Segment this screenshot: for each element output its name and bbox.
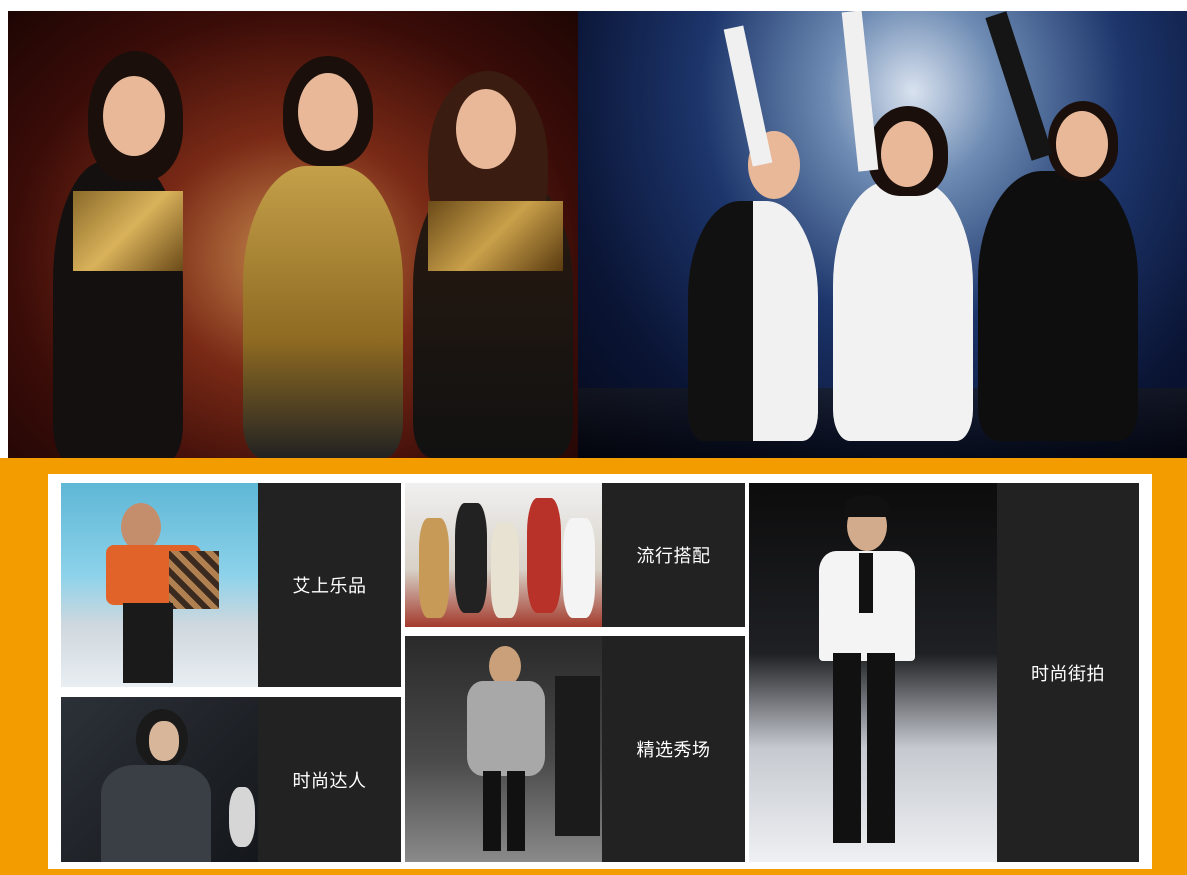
raised-arm bbox=[723, 25, 773, 167]
category-label: 时尚达人 bbox=[292, 770, 367, 792]
performer-face bbox=[103, 76, 165, 156]
raised-arm bbox=[985, 11, 1053, 161]
category-label: 精选秀场 bbox=[636, 740, 711, 761]
category-grid: 艾上乐品 时尚达人 流行搭配 精选秀场 时尚街拍 bbox=[48, 474, 1152, 869]
dancer-figure bbox=[688, 201, 818, 441]
hero-photo-left[interactable] bbox=[8, 11, 583, 458]
category-card-jingxuanxiuchang[interactable]: 精选秀场 bbox=[405, 636, 745, 862]
gold-top bbox=[73, 191, 183, 271]
gold-top bbox=[428, 201, 563, 271]
dancer-figure bbox=[833, 181, 973, 441]
category-photo bbox=[61, 697, 258, 862]
raised-arm bbox=[841, 11, 879, 172]
category-label: 时尚街拍 bbox=[1031, 663, 1105, 685]
dancer-face bbox=[881, 121, 933, 187]
hero-banner bbox=[0, 0, 1187, 458]
category-photo bbox=[749, 483, 997, 862]
category-photo bbox=[405, 636, 602, 862]
category-photo bbox=[61, 483, 258, 687]
hero-photo-right[interactable] bbox=[578, 11, 1187, 458]
category-label: 流行搭配 bbox=[636, 546, 711, 567]
category-card-shishangjiepai[interactable]: 时尚街拍 bbox=[749, 483, 1139, 862]
category-card-shishangdaren[interactable]: 时尚达人 bbox=[61, 697, 401, 862]
performer-face bbox=[456, 89, 516, 169]
dancer-face bbox=[1056, 111, 1108, 177]
dancer-figure bbox=[978, 171, 1138, 441]
category-card-aishangle[interactable]: 艾上乐品 bbox=[61, 483, 401, 687]
performer-face bbox=[298, 73, 358, 151]
performer-figure bbox=[243, 166, 403, 458]
category-card-liuxingdapei[interactable]: 流行搭配 bbox=[405, 483, 745, 627]
category-panel: 艾上乐品 时尚达人 流行搭配 精选秀场 时尚街拍 bbox=[0, 458, 1187, 875]
category-label: 艾上乐品 bbox=[292, 576, 367, 597]
category-photo bbox=[405, 483, 602, 627]
